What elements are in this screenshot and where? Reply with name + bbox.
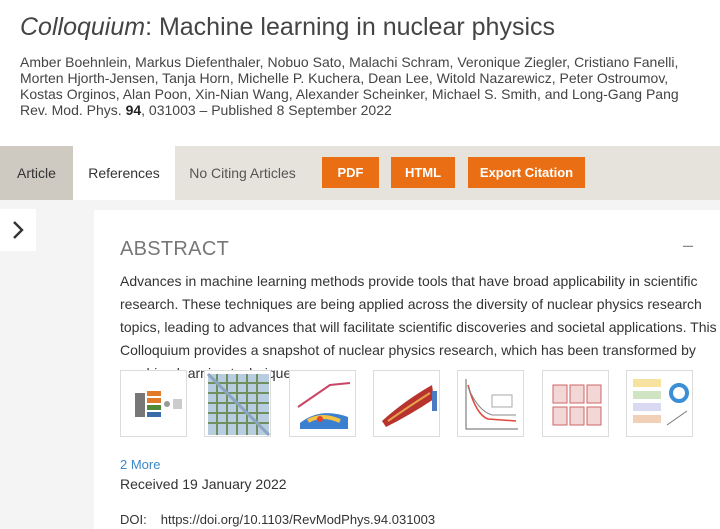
figure-thumbnail[interactable] xyxy=(120,370,187,437)
tab-article[interactable]: Article xyxy=(0,146,73,200)
doi-label: DOI: xyxy=(120,512,147,527)
article-publication: , 031003 – Published 8 September 2022 xyxy=(141,102,392,118)
export-citation-button[interactable]: Export Citation xyxy=(468,157,585,188)
journal-name: Rev. Mod. Phys. xyxy=(20,102,122,118)
figure-thumbnail[interactable] xyxy=(457,370,524,437)
doi-line: DOI: https://doi.org/10.1103/RevModPhys.9… xyxy=(120,512,435,527)
abstract-text: Advances in machine learning methods pro… xyxy=(120,273,717,381)
tab-references[interactable]: References xyxy=(73,146,175,200)
article-title: Colloquium: Machine learning in nuclear … xyxy=(20,13,555,42)
collapse-abstract-button[interactable]: – xyxy=(683,235,693,256)
html-button[interactable]: HTML xyxy=(391,157,455,188)
author-list: Amber Boehnlein, Markus Diefenthaler, No… xyxy=(20,54,679,102)
received-date: Received 19 January 2022 xyxy=(120,476,287,492)
figure-thumbnail[interactable] xyxy=(204,370,271,437)
figure-2-image xyxy=(206,372,270,436)
figure-7-image xyxy=(633,379,689,426)
abstract-heading: ABSTRACT xyxy=(120,238,230,260)
figure-5-image xyxy=(465,379,518,430)
pdf-button[interactable]: PDF xyxy=(322,157,379,188)
doi-value[interactable]: https://doi.org/10.1103/RevModPhys.94.03… xyxy=(161,512,435,527)
figure-thumbnail[interactable] xyxy=(626,370,693,437)
figure-thumbnail[interactable] xyxy=(542,370,609,437)
more-figures-link[interactable]: 2 More xyxy=(120,457,160,472)
title-rest: : Machine learning in nuclear physics xyxy=(145,13,555,41)
volume-number: 94 xyxy=(125,102,142,118)
chevron-right-icon xyxy=(13,221,24,239)
figure-thumbnail[interactable] xyxy=(289,370,356,437)
tab-citing-articles[interactable]: No Citing Articles xyxy=(175,146,310,200)
figure-1-image xyxy=(135,391,182,417)
title-italic: Colloquium xyxy=(20,13,146,41)
figure-thumbnail[interactable] xyxy=(373,370,440,437)
sidebar-toggle-button[interactable] xyxy=(0,209,36,251)
figure-3-image xyxy=(297,382,351,429)
figure-6-image xyxy=(552,384,602,426)
citation-line: Rev. Mod. Phys. 94, 031003 – Published 8… xyxy=(20,102,392,118)
figure-4-image xyxy=(382,385,437,427)
